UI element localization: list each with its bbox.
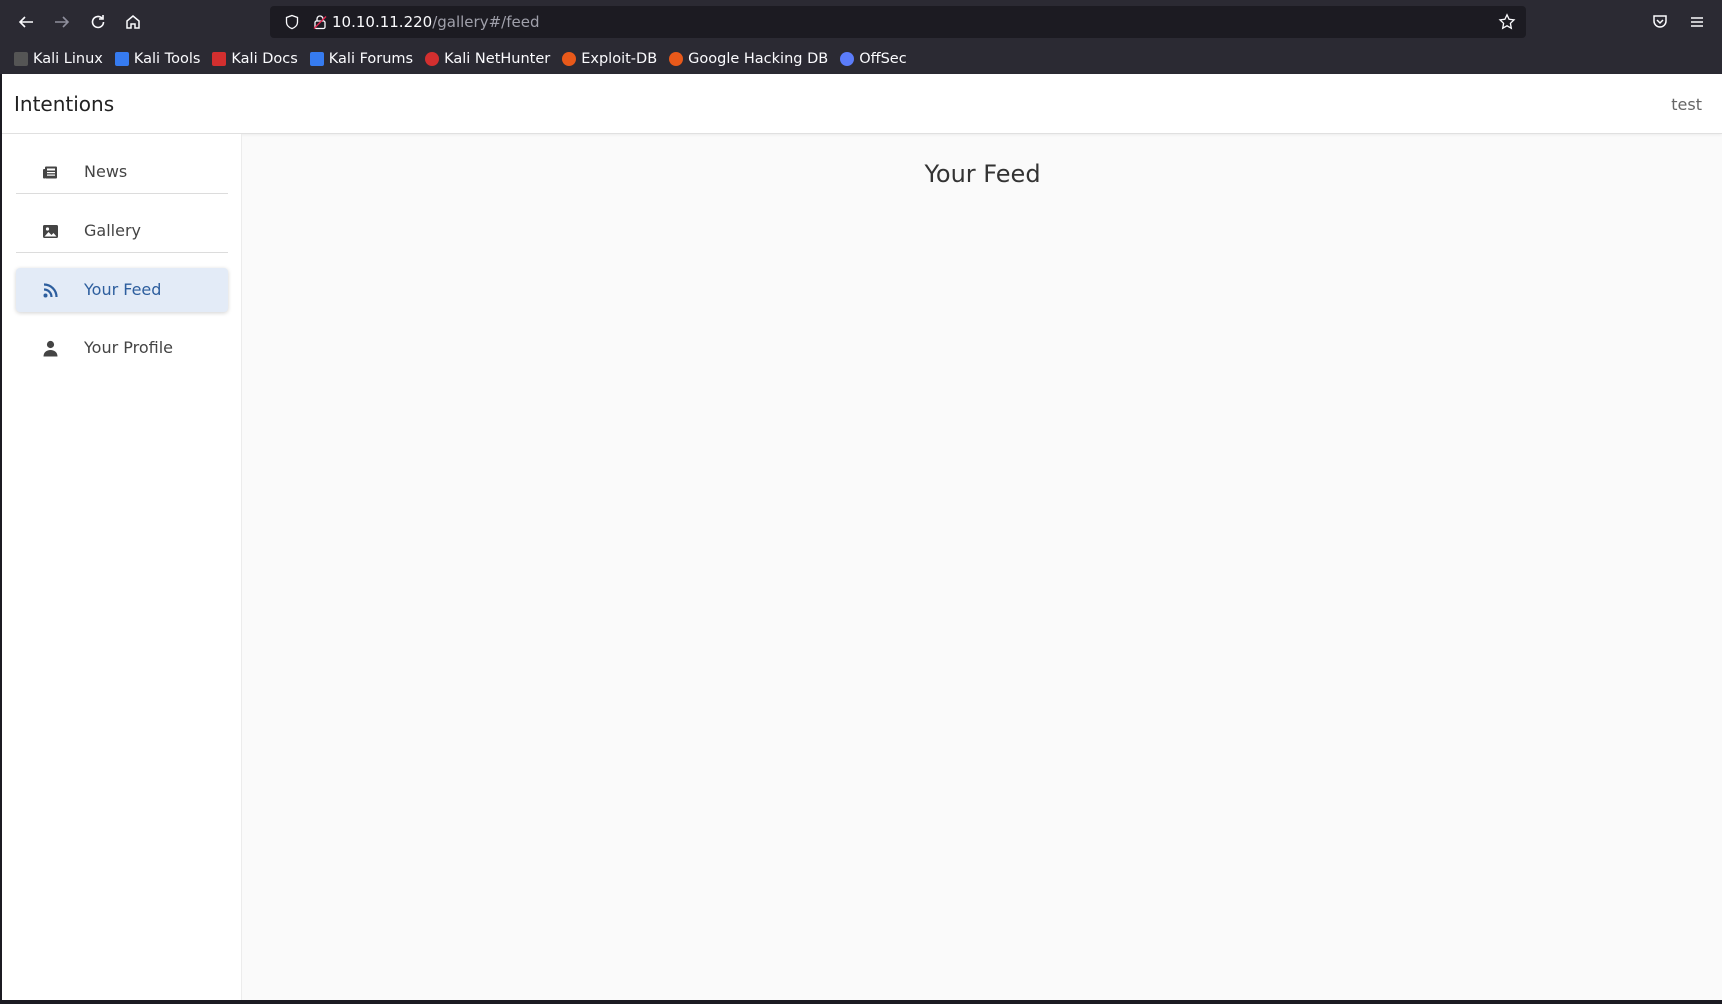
bookmark-label: Kali Docs — [231, 51, 298, 67]
bookmark-exploit-db[interactable]: Exploit-DB — [562, 47, 657, 71]
sidebar-item-news[interactable]: News — [16, 150, 228, 194]
bookmark-offsec[interactable]: OffSec — [840, 47, 907, 71]
rss-icon — [43, 283, 58, 298]
window-bottom-edge — [0, 1000, 1722, 1004]
kali-nethunter-icon — [425, 52, 440, 66]
bookmark-kali-tools[interactable]: Kali Tools — [114, 47, 201, 71]
kali-linux-icon — [14, 52, 28, 66]
image-icon — [43, 225, 58, 238]
web-page: Intentions test News Gallery Your Feed Y… — [2, 74, 1722, 1000]
url-text[interactable]: 10.10.11.220/gallery#/feed — [332, 13, 539, 31]
kali-docs-icon — [212, 52, 227, 66]
bookmark-label: Kali NetHunter — [444, 51, 551, 67]
menu-icon[interactable] — [1688, 13, 1706, 31]
newspaper-icon — [43, 166, 57, 179]
bookmark-label: Google Hacking DB — [688, 51, 829, 67]
sidebar-item-your-feed[interactable]: Your Feed — [16, 268, 228, 312]
forward-button[interactable] — [44, 6, 80, 38]
main-content: Your Feed — [243, 134, 1722, 1000]
shield-icon[interactable] — [284, 14, 300, 30]
url-path: /gallery#/feed — [432, 13, 540, 31]
sidebar-item-label: Your Feed — [84, 280, 162, 299]
page-title: Your Feed — [924, 160, 1041, 188]
url-bar[interactable]: 10.10.11.220/gallery#/feed — [270, 6, 1526, 38]
star-icon[interactable] — [1498, 13, 1516, 31]
bookmark-kali-linux[interactable]: Kali Linux — [14, 47, 103, 71]
bookmark-google-hacking-db[interactable]: Google Hacking DB — [669, 47, 828, 71]
bookmark-kali-nethunter[interactable]: Kali NetHunter — [425, 47, 550, 71]
lock-icon[interactable] — [312, 14, 328, 30]
arrow-right-icon — [55, 16, 70, 28]
kali-forums-icon — [309, 52, 324, 66]
sidebar-item-label: Your Profile — [84, 338, 173, 357]
brand-title[interactable]: Intentions — [14, 92, 114, 116]
sidebar-item-label: Gallery — [84, 221, 141, 240]
bookmarks-bar: Kali Linux Kali Tools Kali Docs Kali For… — [0, 44, 1722, 74]
bookmark-label: OffSec — [859, 51, 907, 67]
bookmark-label: Exploit-DB — [581, 51, 658, 67]
bookmark-kali-forums[interactable]: Kali Forums — [309, 47, 414, 71]
sidebar-item-label: News — [84, 162, 128, 181]
reload-button[interactable] — [80, 6, 116, 38]
bookmark-kali-docs[interactable]: Kali Docs — [212, 47, 298, 71]
exploit-db-icon — [562, 52, 577, 66]
sidebar: News Gallery Your Feed Your Profile — [2, 134, 242, 1000]
pocket-icon[interactable] — [1651, 13, 1669, 31]
bookmark-label: Kali Forums — [328, 51, 414, 67]
reload-icon — [91, 15, 105, 29]
offsec-icon — [840, 52, 855, 66]
google-hacking-db-icon — [669, 52, 684, 66]
home-button[interactable] — [115, 6, 151, 38]
arrow-left-icon — [18, 16, 33, 28]
url-host: 10.10.11.220 — [332, 13, 433, 31]
sidebar-item-your-profile[interactable]: Your Profile — [16, 326, 228, 370]
bookmark-label: Kali Linux — [33, 51, 103, 67]
app-header: Intentions test — [2, 74, 1722, 134]
user-icon — [43, 340, 58, 357]
home-icon — [126, 15, 140, 29]
sidebar-item-gallery[interactable]: Gallery — [16, 209, 228, 253]
back-button[interactable] — [8, 6, 44, 38]
username[interactable]: test — [1671, 95, 1702, 114]
browser-toolbar: 10.10.11.220/gallery#/feed — [0, 0, 1722, 44]
kali-tools-icon — [114, 52, 129, 66]
bookmark-label: Kali Tools — [133, 51, 201, 67]
